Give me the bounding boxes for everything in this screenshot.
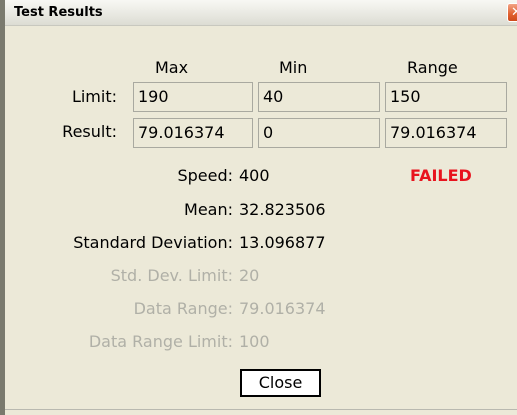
window-title: Test Results [14,5,103,20]
limit-range-field: 150 [385,82,507,112]
data-range-label: Data Range: [133,299,233,318]
test-results-window: Test Results ✕ Max Min Range Limit: 190 … [0,0,517,415]
close-icon[interactable]: ✕ [507,3,517,22]
mean-value: 32.823506 [239,200,326,219]
data-range-limit-label: Data Range Limit: [88,332,233,351]
status-badge: FAILED [410,166,472,185]
mean-label: Mean: [184,200,233,219]
speed-label: Speed: [177,166,233,185]
result-max-field: 79.016374 [133,118,253,148]
result-range-field: 79.016374 [385,118,507,148]
header-min: Min [279,58,308,77]
limit-max-field: 190 [133,82,253,112]
title-bar[interactable]: Test Results [5,0,517,26]
header-max: Max [155,58,189,77]
header-range: Range [407,58,458,77]
data-range-value: 79.016374 [239,299,326,318]
limit-label: Limit: [71,87,117,106]
std-dev-value: 13.096877 [239,233,326,252]
std-dev-limit-value: 20 [239,266,260,285]
limit-min-field: 40 [258,82,380,112]
window-bottom-edge [5,409,517,410]
std-dev-label: Standard Deviation: [73,233,233,252]
result-label: Result: [62,122,117,141]
close-button[interactable]: Close [240,369,321,397]
result-min-field: 0 [258,118,380,148]
std-dev-limit-label: Std. Dev. Limit: [110,266,233,285]
speed-value: 400 [239,166,270,185]
data-range-limit-value: 100 [239,332,270,351]
